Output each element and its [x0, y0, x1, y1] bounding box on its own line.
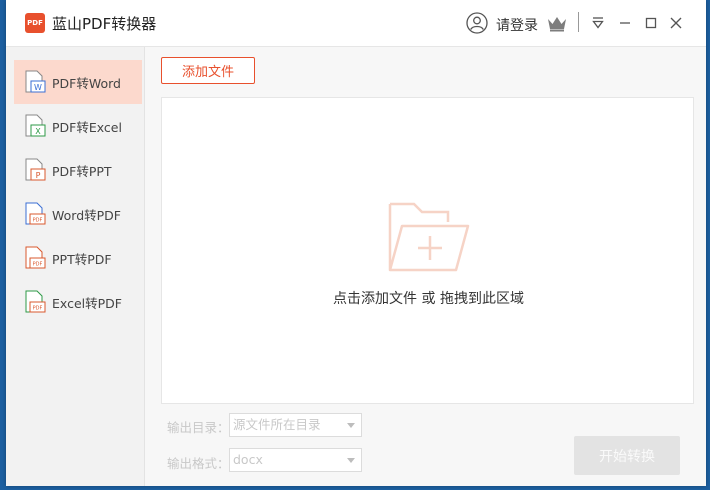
- output-format-label: 输出格式：: [167, 456, 230, 471]
- user-icon[interactable]: [466, 12, 488, 34]
- pdf-file-icon: PDF: [25, 202, 46, 225]
- word-badge: W: [34, 83, 42, 92]
- title-bar: PDF 蓝山PDF转换器 请登录: [6, 0, 706, 47]
- pdf-file-icon: PDF: [25, 246, 46, 269]
- app-window: PDF 蓝山PDF转换器 请登录 W PDF转Word X PDF转Excel …: [6, 0, 706, 486]
- sidebar-item-label: PDF转PPT: [52, 163, 112, 179]
- titlebar-divider: [578, 12, 579, 32]
- minimize-icon[interactable]: [618, 16, 632, 30]
- pdf-badge: PDF: [33, 218, 43, 224]
- sidebar-item-pdf-to-ppt[interactable]: P PDF转PPT: [14, 148, 142, 192]
- output-dir-label: 输出目录：: [167, 420, 230, 435]
- ppt-badge: P: [36, 171, 41, 180]
- app-title: 蓝山PDF转换器: [52, 15, 157, 33]
- add-file-button[interactable]: 添加文件: [161, 57, 255, 84]
- sidebar-item-pdf-to-excel[interactable]: X PDF转Excel: [14, 104, 142, 148]
- sidebar-item-label: PDF转Excel: [52, 119, 122, 135]
- add-folder-icon: [388, 202, 470, 272]
- app-logo-icon: PDF: [25, 13, 45, 33]
- crown-icon[interactable]: [546, 14, 568, 32]
- pdf-badge: PDF: [33, 262, 43, 268]
- sidebar-item-label: PDF转Word: [52, 75, 121, 91]
- sidebar-item-label: PPT转PDF: [52, 251, 112, 267]
- pdf-file-icon: PDF: [25, 290, 46, 313]
- sidebar-item-word-to-pdf[interactable]: PDF Word转PDF: [14, 192, 142, 236]
- output-format-value: docx: [233, 452, 263, 467]
- output-dir-value: 源文件所在目录: [233, 417, 321, 432]
- sidebar-item-ppt-to-pdf[interactable]: PDF PPT转PDF: [14, 236, 142, 280]
- app-logo-text: PDF: [27, 19, 43, 27]
- menu-icon[interactable]: [591, 16, 605, 30]
- start-convert-button[interactable]: 开始转换: [574, 436, 680, 475]
- sidebar-item-excel-to-pdf[interactable]: PDF Excel转PDF: [14, 280, 142, 324]
- chevron-down-icon: [347, 423, 355, 428]
- sidebar-item-pdf-to-word[interactable]: W PDF转Word: [14, 60, 142, 104]
- maximize-icon[interactable]: [644, 16, 658, 30]
- excel-file-icon: X: [25, 114, 46, 137]
- excel-badge: X: [35, 127, 41, 136]
- output-dir-select[interactable]: 源文件所在目录: [229, 413, 362, 437]
- word-file-icon: W: [25, 70, 46, 93]
- pdf-badge: PDF: [33, 306, 43, 312]
- sidebar-item-label: Excel转PDF: [52, 295, 122, 311]
- login-link[interactable]: 请登录: [496, 15, 538, 35]
- file-drop-zone[interactable]: 点击添加文件 或 拖拽到此区域: [161, 97, 694, 404]
- sidebar-item-label: Word转PDF: [52, 207, 121, 223]
- ppt-file-icon: P: [25, 158, 46, 181]
- chevron-down-icon: [347, 458, 355, 463]
- main-panel: 添加文件 点击添加文件 或 拖拽到此区域 输出目录： 源文件所在目录 输出格式：…: [145, 47, 706, 486]
- drop-hint-text: 点击添加文件 或 拖拽到此区域: [333, 291, 524, 307]
- close-icon[interactable]: [669, 16, 683, 30]
- sidebar: W PDF转Word X PDF转Excel P PDF转PPT PDF Wor…: [6, 47, 145, 486]
- output-format-select[interactable]: docx: [229, 448, 362, 472]
